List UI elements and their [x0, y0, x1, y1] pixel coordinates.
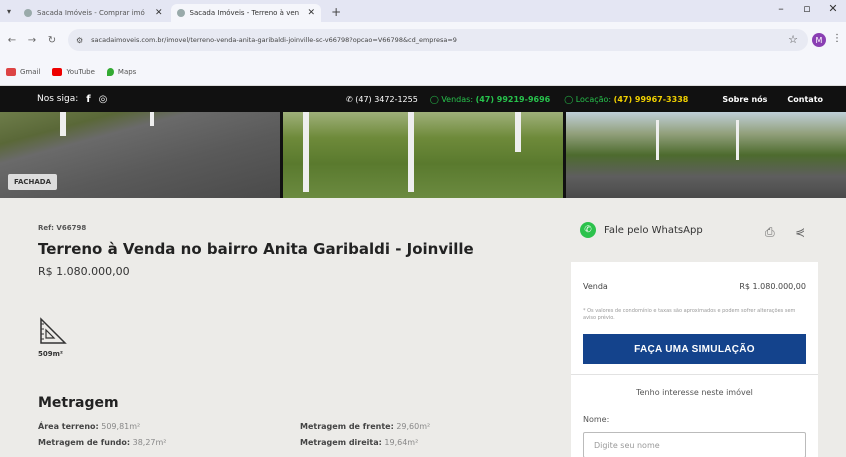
locacao-label: Locação:	[575, 94, 612, 104]
page-title: Terreno à Venda no bairro Anita Garibald…	[38, 240, 474, 258]
phone-icon: ✆	[346, 94, 353, 104]
contact-card: Venda R$ 1.080.000,00 * Os valores de co…	[571, 262, 818, 457]
vendas-phone: (47) 99219-9696	[475, 94, 551, 104]
follow-label: Nos siga:	[37, 94, 79, 104]
window-controls: – ▫ ✕	[768, 2, 846, 15]
close-tab-icon[interactable]: ✕	[308, 8, 316, 18]
browser-tab-strip: ▾ Sacada Imóveis - Comprar imó ✕ Sacada …	[0, 0, 846, 22]
bookmark-gmail[interactable]: Gmail	[6, 67, 41, 76]
share-icon[interactable]: ⋞	[795, 225, 805, 239]
fence-post	[736, 120, 739, 160]
fence-post	[656, 120, 659, 160]
price-disclaimer: * Os valores de condomínio e taxas são a…	[583, 308, 796, 321]
bookmark-star-icon[interactable]: ☆	[788, 33, 798, 46]
close-tab-icon[interactable]: ✕	[155, 8, 163, 18]
tab-title: Sacada Imóveis - Comprar imó	[37, 9, 145, 17]
bookmark-label: YouTube	[66, 67, 95, 76]
bookmark-maps[interactable]: Maps	[106, 67, 137, 76]
fence-post	[60, 112, 66, 136]
back-icon[interactable]: ←	[4, 35, 20, 46]
browser-tab-active[interactable]: Sacada Imóveis - Terreno à ven ✕	[170, 4, 322, 22]
spec-label: Metragem de frente:	[300, 422, 394, 431]
vendas-whatsapp-link[interactable]: ◯ Vendas: (47) 99219-9696	[430, 95, 550, 104]
browser-menu-icon[interactable]: ⋮	[832, 33, 842, 44]
forward-icon[interactable]: →	[24, 35, 40, 46]
bookmark-label: Maps	[117, 67, 137, 76]
spec-value: 19,64m²	[384, 438, 419, 447]
nav-contact[interactable]: Contato	[787, 95, 823, 104]
sale-label: Venda	[583, 282, 608, 291]
fence-post	[303, 112, 309, 192]
sale-price-row: Venda R$ 1.080.000,00	[583, 282, 806, 291]
bookmark-youtube[interactable]: YouTube	[52, 67, 95, 76]
gallery-photo[interactable]: FACHADA	[0, 112, 280, 198]
print-icon[interactable]: ⎙	[765, 225, 775, 240]
address-bar[interactable]: ⚙ sacadaimoveis.com.br/imovel/terreno-ve…	[68, 29, 808, 51]
name-input[interactable]	[583, 432, 806, 457]
minimize-icon[interactable]: –	[768, 2, 794, 15]
gmail-icon	[6, 67, 16, 76]
phone-link[interactable]: ✆ (47) 3472-1255	[346, 95, 418, 104]
spec-value: 38,27m²	[132, 438, 167, 447]
contact-links: ✆ (47) 3472-1255 ◯ Vendas: (47) 99219-96…	[346, 86, 823, 112]
nav-about[interactable]: Sobre nós	[722, 95, 767, 104]
phone-number: (47) 3472-1255	[355, 94, 418, 104]
tab-search-icon[interactable]: ▾	[0, 0, 18, 22]
spec-label: Área terreno:	[38, 422, 99, 431]
whatsapp-icon: ◯	[564, 94, 574, 104]
spec-item: Metragem de fundo: 38,27m²	[38, 438, 167, 447]
gallery-photo[interactable]	[283, 112, 563, 198]
whatsapp-label: Fale pelo WhatsApp	[604, 224, 703, 236]
spec-value: 509,81m²	[101, 422, 141, 431]
spec-item: Metragem direita: 19,64m²	[300, 438, 418, 447]
section-title: Metragem	[38, 395, 119, 411]
locacao-whatsapp-link[interactable]: ◯ Locação: (47) 99967-3338	[564, 95, 688, 104]
fence-post	[150, 112, 154, 126]
instagram-icon[interactable]: ◎	[99, 94, 108, 105]
bookmark-label: Gmail	[20, 67, 41, 76]
url-text: sacadaimoveis.com.br/imovel/terreno-vend…	[91, 36, 457, 44]
divider	[571, 374, 818, 375]
simulate-button[interactable]: FAÇA UMA SIMULAÇÃO	[583, 334, 806, 364]
vendas-label: Vendas:	[441, 94, 474, 104]
fence-post	[515, 112, 521, 152]
locacao-phone: (47) 99967-3338	[613, 94, 689, 104]
whatsapp-icon: ◯	[429, 94, 439, 104]
listing-price: R$ 1.080.000,00	[38, 265, 130, 278]
social-follow: Nos siga: f ◎	[37, 94, 107, 105]
reload-icon[interactable]: ↻	[44, 35, 60, 46]
profile-avatar[interactable]: M	[812, 33, 826, 47]
site-favicon-icon	[176, 9, 185, 17]
fence-post	[408, 112, 414, 192]
browser-toolbar: ← → ↻ ⚙ sacadaimoveis.com.br/imovel/terr…	[0, 22, 846, 58]
facebook-icon[interactable]: f	[86, 94, 90, 105]
photo-badge: FACHADA	[8, 174, 58, 190]
name-label: Nome:	[583, 415, 610, 424]
youtube-icon	[52, 67, 63, 76]
sale-value: R$ 1.080.000,00	[739, 282, 806, 291]
bookmarks-bar: Gmail YouTube Maps	[0, 58, 846, 86]
photo-gallery: FACHADA	[0, 112, 846, 198]
spec-item: Metragem de frente: 29,60m²	[300, 422, 430, 431]
new-tab-icon[interactable]: +	[323, 2, 349, 22]
area-value: 509m²	[38, 350, 63, 358]
maximize-icon[interactable]: ▫	[794, 2, 820, 15]
spec-label: Metragem direita:	[300, 438, 382, 447]
whatsapp-button[interactable]: ✆ Fale pelo WhatsApp	[580, 222, 703, 238]
whatsapp-icon: ✆	[580, 222, 596, 238]
interest-heading: Tenho interesse neste imóvel	[636, 388, 753, 397]
listing-ref: Ref: V66798	[38, 224, 87, 232]
spec-item: Área terreno: 509,81m²	[38, 422, 140, 431]
site-info-icon[interactable]: ⚙	[76, 36, 83, 45]
maps-icon	[106, 67, 114, 76]
spec-value: 29,60m²	[396, 422, 431, 431]
gallery-photo[interactable]	[566, 112, 846, 198]
site-topbar: Nos siga: f ◎ ✆ (47) 3472-1255 ◯ Vendas:…	[0, 86, 846, 112]
spec-label: Metragem de fundo:	[38, 438, 131, 447]
browser-tab[interactable]: Sacada Imóveis - Comprar imó ✕	[18, 4, 169, 22]
close-window-icon[interactable]: ✕	[820, 2, 846, 15]
tab-title: Sacada Imóveis - Terreno à ven	[189, 9, 300, 17]
site-favicon-icon	[24, 9, 32, 17]
area-ruler-icon	[40, 317, 67, 344]
